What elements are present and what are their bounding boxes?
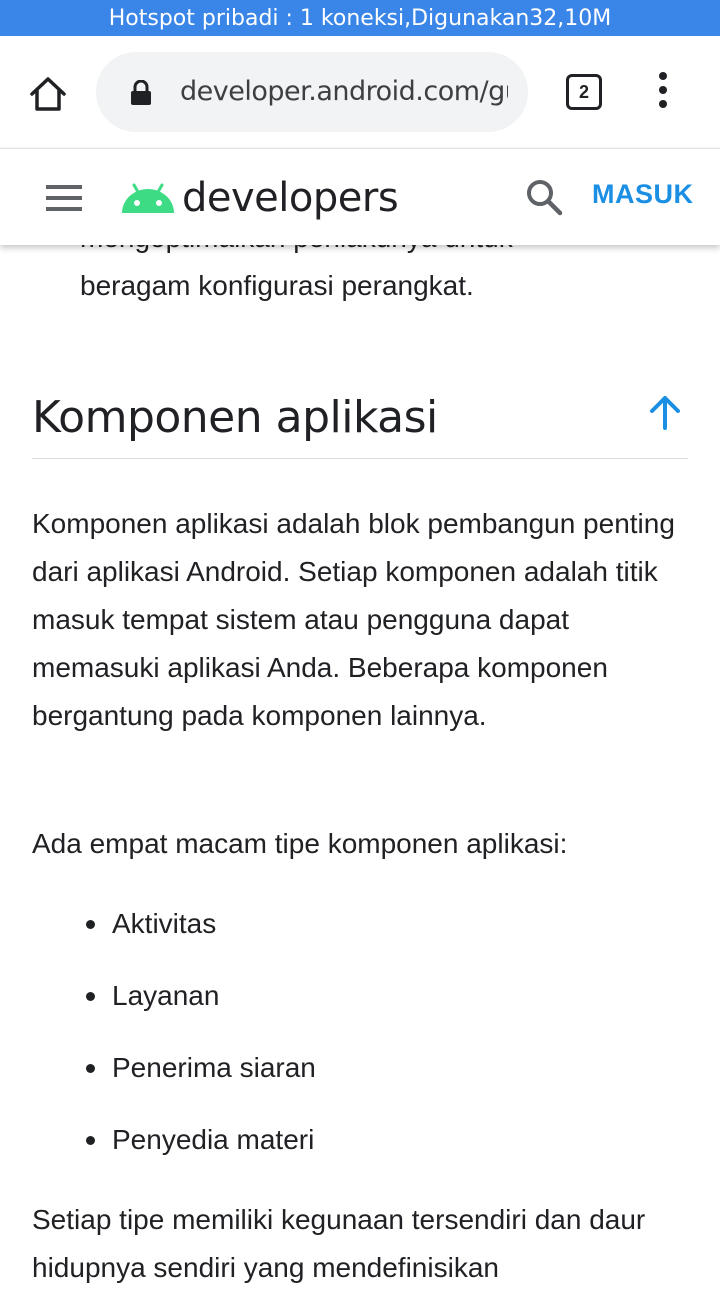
tab-switcher-button[interactable]: 2 [566,74,602,110]
list-item: Layanan [80,972,316,1044]
partial-text-line: beragam konfigurasi perangkat. [80,270,474,301]
url-text[interactable]: developer.android.com/guide/components/f… [180,52,508,132]
address-bar[interactable]: developer.android.com/guide/components/f… [96,52,528,132]
browser-toolbar: developer.android.com/guide/components/f… [0,36,720,148]
dot-icon [659,86,667,94]
dot-icon [659,72,667,80]
paragraph: Ada empat macam tipe komponen aplikasi: [32,828,568,859]
android-logo-icon [122,183,174,213]
list-item: Penyedia materi [80,1116,316,1188]
section-heading-row: Komponen aplikasi [32,386,688,459]
paragraph: Komponen aplikasi adalah blok pembangun … [32,508,675,731]
dot-icon [659,100,667,108]
home-button[interactable] [20,66,76,122]
arrow-up-icon [650,396,680,430]
hotspot-status-bar: Hotspot pribadi : 1 koneksi,Digunakan32,… [0,0,720,36]
sign-in-button[interactable]: MASUK [592,179,694,210]
home-icon [30,77,66,111]
developers-logo[interactable]: developers [120,175,399,221]
lock-icon [131,80,151,105]
page-title: Komponen aplikasi [32,392,438,443]
more-options-button[interactable] [648,72,678,112]
search-button[interactable] [524,177,564,222]
paragraph: Setiap tipe memiliki kegunaan tersendiri… [32,1204,646,1283]
back-to-top-button[interactable] [648,394,682,435]
hotspot-status-text: Hotspot pribadi : 1 koneksi,Digunakan32,… [108,5,612,31]
site-header: developers MASUK [0,148,720,245]
tab-count: 2 [578,81,589,102]
search-icon [527,180,563,216]
logo-text: developers [182,175,399,221]
list-item: Penerima siaran [80,1044,316,1116]
hamburger-menu-icon[interactable] [46,185,82,218]
list-item: Aktivitas [80,900,316,972]
component-type-list: Aktivitas Layanan Penerima siaran Penyed… [80,900,316,1188]
